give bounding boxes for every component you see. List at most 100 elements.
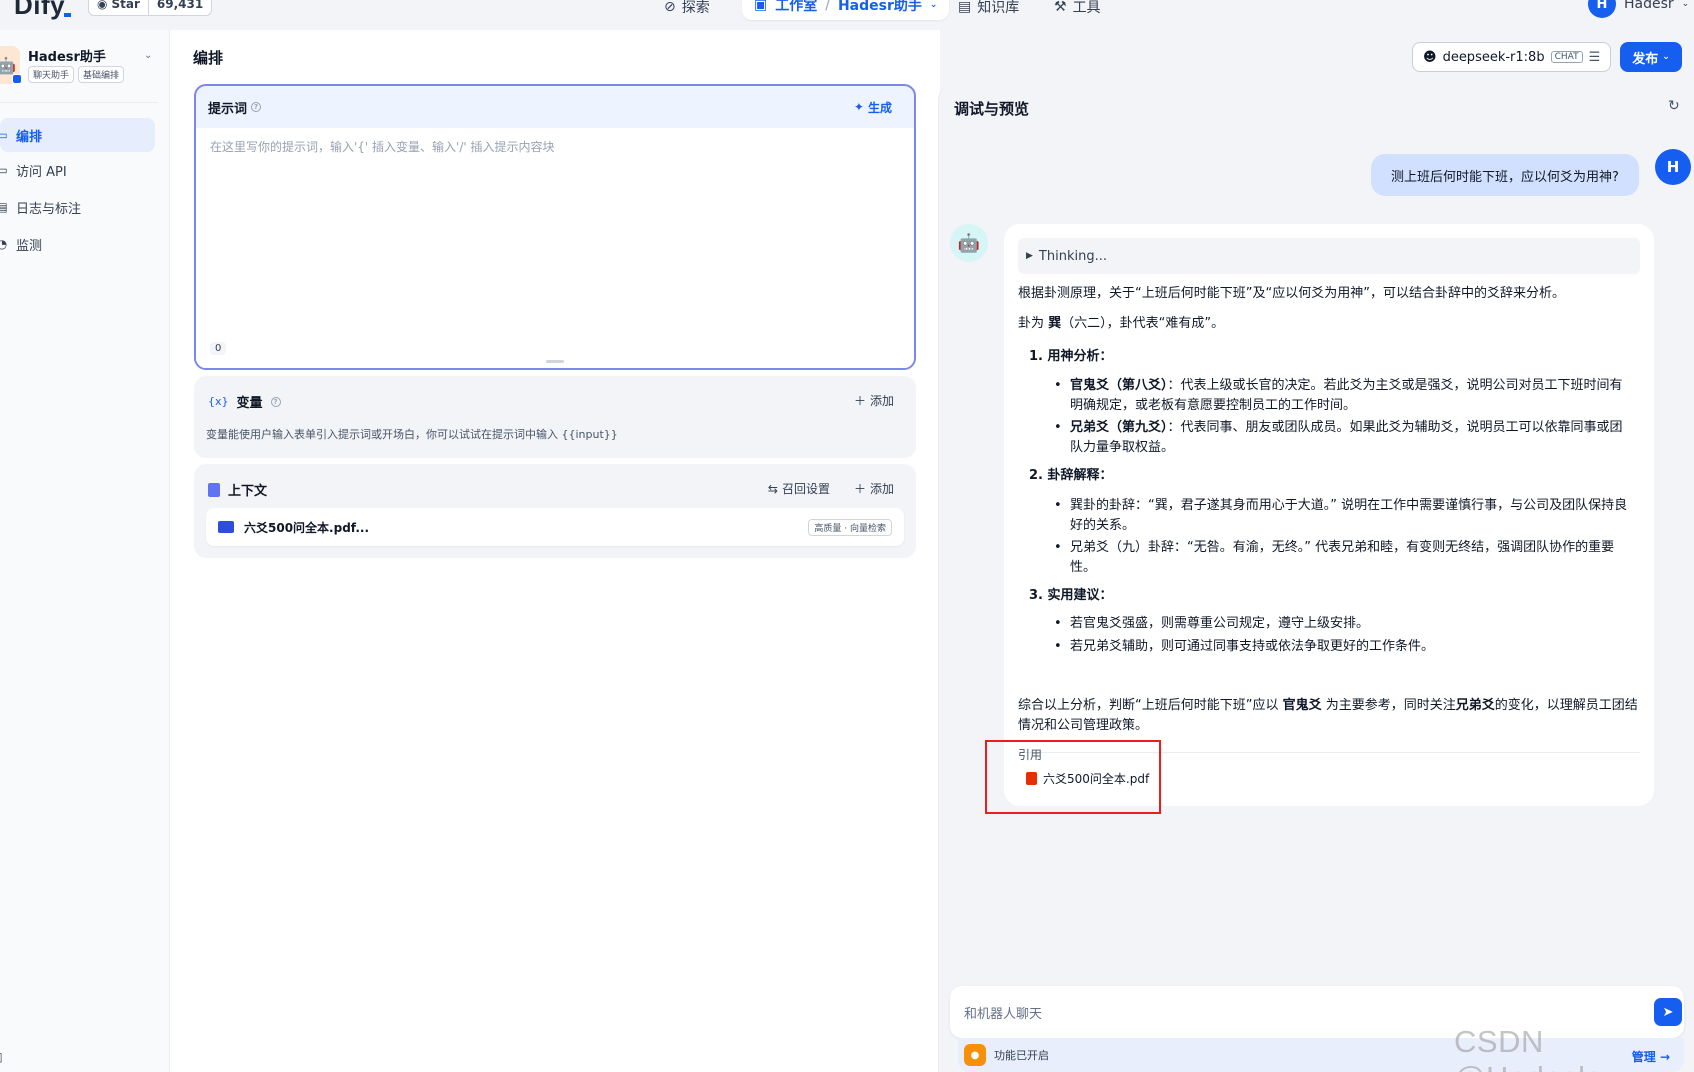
send-icon: ➤: [1662, 1004, 1674, 1020]
app-name: Hadesr助手: [28, 50, 106, 65]
feature-icon: ●: [964, 1044, 986, 1066]
github-icon: ◉: [97, 0, 108, 11]
watermark: CSDN @Hadesls: [1454, 1024, 1601, 1072]
publish-button[interactable]: 发布 ⌄: [1620, 42, 1682, 72]
sidebar-item-orchestrate[interactable]: ▭ 编排: [0, 118, 155, 152]
context-section: 上下文 ⇆ 召回设置 ＋ 添加 六爻500问全本.pdf... 高质量 · 向量…: [194, 464, 916, 558]
section-heading: 3. 实用建议：: [1029, 588, 1113, 603]
tools-icon: ⚒: [1054, 0, 1067, 15]
plus-icon: ＋: [853, 394, 866, 408]
book-icon: ▤: [958, 0, 972, 15]
variables-description: 变量能使用户输入表单引入提示词或开场白，你可以试试在提示词中输入 {{input…: [206, 428, 618, 441]
nav-app-label[interactable]: Hadesr助手: [838, 0, 922, 15]
knowledge-file-name: 六爻500问全本.pdf...: [244, 520, 370, 535]
chevron-down-icon: ⌄: [1681, 0, 1690, 9]
nav-studio-label: 工作室: [775, 0, 818, 14]
caret-right-icon: ▶: [1026, 251, 1033, 261]
app-tags: 聊天助手 基础编排: [28, 66, 125, 83]
answer-conclusion: 综合以上分析，判断“上班后何时能下班”应以 官鬼爻 为主要参考，同时关注兄弟爻的…: [1018, 698, 1638, 733]
user-message: 测上班后何时能下班，应以何爻为用神?: [1371, 154, 1639, 196]
resize-handle[interactable]: [546, 360, 564, 363]
debug-title: 调试与预览: [954, 100, 1030, 118]
user-menu[interactable]: H Hadesr ⌄: [1588, 0, 1689, 18]
list-item: 兄弟爻（第九爻）：代表同事、朋友或团队成员。如果此爻为辅助爻，说明员工可以依靠同…: [1054, 418, 1634, 458]
user-name: Hadesr: [1624, 0, 1674, 12]
app-switcher[interactable]: 🤖 Hadesr助手 聊天助手 基础编排 ⌄: [0, 44, 160, 88]
model-mode-badge: CHAT: [1550, 51, 1583, 63]
list-item: 若兄弟爻辅助，则可通过同事支持或依法争取更好的工作条件。: [1054, 637, 1634, 657]
app-type-badge-icon: [12, 74, 22, 84]
chevron-down-icon: ⌄: [144, 50, 153, 61]
sparkle-icon: ✦: [853, 100, 864, 114]
star-label: Star: [111, 0, 140, 11]
info-icon[interactable]: ?: [270, 396, 281, 407]
chevron-down-icon: ⌄: [929, 0, 938, 10]
features-label: 功能已开启: [994, 1049, 1049, 1062]
variables-section: {x} 变量 ? ＋ 添加 变量能使用户输入表单引入提示词或开场白，你可以试试在…: [194, 376, 916, 458]
logo-accent: [64, 13, 71, 17]
list-item: 兄弟爻（九）卦辞：“无咎。有渝，无终。” 代表兄弟和睦，有变则无终结，强调团队协…: [1054, 538, 1634, 578]
document-icon: ▤: [0, 200, 8, 214]
settings-icon: ⇆: [767, 481, 778, 496]
nav-tools[interactable]: ⚒ 工具: [1054, 0, 1101, 20]
send-button[interactable]: ➤: [1654, 998, 1682, 1026]
robot-icon: ▣: [754, 0, 768, 13]
answer-gua: 卦为 巽（六二），卦代表“难有成”。: [1018, 316, 1225, 331]
char-count: 0: [210, 342, 227, 355]
list-item: 巽卦的卦辞：“巽，君子遂其身而用心于大道。” 说明在工作中需要谨慎行事，与公司及…: [1054, 496, 1634, 536]
bot-answer: ▶ Thinking... 根据卦测原理，关于“上班后何时能下班”及“应以何爻为…: [1004, 224, 1654, 806]
avatar: H: [1655, 149, 1691, 185]
nav-explore[interactable]: ⊘ 探索: [664, 0, 710, 20]
chat-input-placeholder: 和机器人聊天: [964, 1007, 1043, 1022]
top-navigation: Dify ◉ Star 69,431 ⊘ 探索 ▣ 工作室 / Hadesr助手 ⌄…: [0, 0, 1694, 30]
context-file-icon: [208, 482, 220, 497]
model-selector-button[interactable]: ☻ deepseek-r1:8b CHAT ☰: [1412, 42, 1612, 72]
gauge-icon: ◔: [0, 237, 8, 251]
section-heading: 1. 用神分析：: [1029, 349, 1113, 364]
prompt-placeholder: 在这里写你的提示词，输入'{' 插入变量、输入'/' 插入提示内容块: [210, 140, 555, 154]
sidebar-item-api[interactable]: ▭ 访问 API: [0, 153, 155, 187]
terminal-icon: ▭: [0, 163, 8, 177]
variable-icon: {x}: [208, 395, 229, 408]
divider: [0, 102, 158, 103]
github-star-button[interactable]: ◉ Star 69,431: [88, 0, 213, 16]
sidebar: 🤖 Hadesr助手 聊天助手 基础编排 ⌄ ▭ 编排 ▭ 访问 API ▤ 日…: [0, 30, 170, 1072]
generate-button[interactable]: ✦ 生成: [854, 99, 892, 116]
highlight-annotation: [985, 740, 1161, 814]
page-title: 编排: [193, 49, 224, 67]
list-item: 官鬼爻（第八爻）：代表上级或长官的决定。若此爻为主爻或是强爻，说明公司对员工下班…: [1054, 376, 1634, 416]
prompt-editor: 提示词 ? ✦ 生成 在这里写你的提示词，输入'{' 插入变量、输入'/' 插入…: [194, 84, 916, 370]
bot-avatar-icon: 🤖: [950, 224, 988, 262]
answer-intro: 根据卦测原理，关于“上班后何时能下班”及“应以何爻为用神”，可以结合卦辞中的爻辞…: [1018, 286, 1565, 301]
add-context-button[interactable]: ＋ 添加: [854, 480, 894, 497]
knowledge-file-row[interactable]: 六爻500问全本.pdf... 高质量 · 向量检索: [206, 508, 904, 546]
layout-icon: ▭: [0, 128, 8, 142]
section-heading: 2. 卦辞解释：: [1029, 468, 1113, 483]
recall-settings-button[interactable]: ⇆ 召回设置: [768, 480, 830, 497]
sliders-icon: ☰: [1588, 49, 1601, 65]
retrieval-mode-badge: 高质量 · 向量检索: [808, 518, 892, 536]
chevron-down-icon: ⌄: [1662, 52, 1670, 62]
nav-knowledge[interactable]: ▤ 知识库: [958, 0, 1019, 20]
avatar: H: [1588, 0, 1616, 18]
plus-icon: ＋: [853, 482, 866, 496]
sidebar-item-logs[interactable]: ▤ 日志与标注: [0, 190, 155, 224]
info-icon[interactable]: ?: [251, 102, 262, 112]
star-count: 69,431: [147, 0, 211, 15]
context-title: 上下文: [228, 484, 268, 499]
sidebar-item-monitor[interactable]: ◔ 监测: [0, 227, 155, 261]
prompt-title: 提示词 ?: [208, 98, 262, 117]
collapse-sidebar-icon[interactable]: ▯: [0, 1050, 3, 1064]
refresh-icon[interactable]: ↻: [1668, 98, 1680, 114]
dify-logo[interactable]: Dify: [14, 0, 65, 21]
prompt-textarea[interactable]: 在这里写你的提示词，输入'{' 插入变量、输入'/' 插入提示内容块 0: [196, 128, 914, 368]
folder-icon: [218, 521, 234, 533]
model-name: deepseek-r1:8b: [1442, 49, 1545, 65]
variables-title: 变量: [236, 396, 263, 411]
add-variable-button[interactable]: ＋ 添加: [854, 392, 894, 409]
nav-studio[interactable]: ▣ 工作室 / Hadesr助手 ⌄: [742, 0, 950, 20]
app-tag: 基础编排: [78, 66, 125, 83]
model-icon: ☻: [1423, 49, 1437, 65]
explore-icon: ⊘: [664, 0, 676, 15]
thinking-toggle[interactable]: ▶ Thinking...: [1018, 238, 1640, 274]
